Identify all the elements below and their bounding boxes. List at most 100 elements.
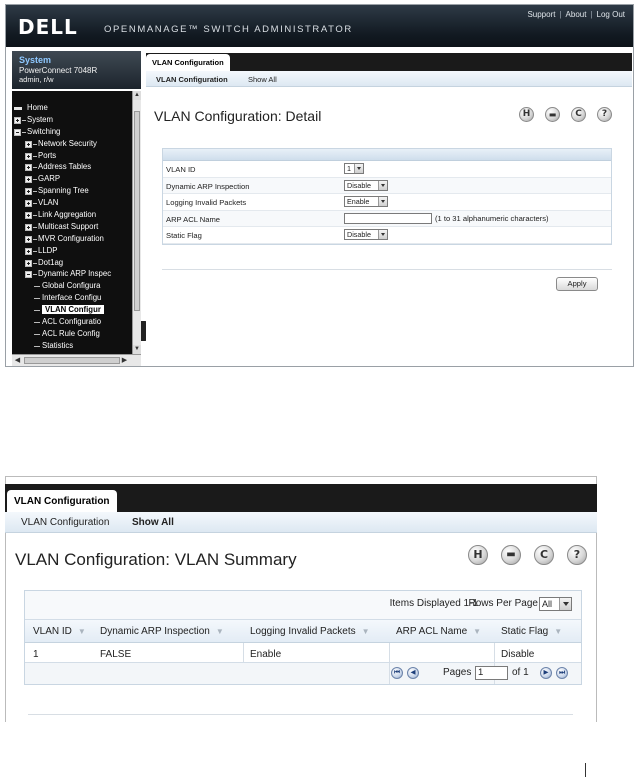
refresh-icon[interactable]: C <box>571 107 586 122</box>
scroll-left-icon[interactable]: ◀ <box>13 356 22 365</box>
apply-button[interactable]: Apply <box>556 277 598 291</box>
nav-item-label: Dynamic ARP Inspec <box>38 269 112 279</box>
logging-select[interactable]: Enable <box>344 196 388 208</box>
nav-item-label: Statistics <box>42 340 74 350</box>
scroll-thumb[interactable] <box>24 357 120 364</box>
nav-item[interactable]: Multicast Support <box>12 222 132 234</box>
nav-item[interactable]: VLAN Configur <box>12 305 132 317</box>
column-header-vlan-id[interactable]: VLAN ID ▼ <box>33 626 86 637</box>
nav-item[interactable]: Network Security <box>12 139 132 151</box>
expand-plus-icon[interactable] <box>25 176 32 184</box>
print-icon[interactable]: ▬ <box>545 107 560 122</box>
subtab-vlan-configuration[interactable]: VLAN Configuration <box>21 517 109 528</box>
acl-name-input[interactable] <box>344 212 432 224</box>
nav-item-label: ACL Configuratio <box>42 317 102 327</box>
column-header-dai[interactable]: Dynamic ARP Inspection ▼ <box>100 626 224 637</box>
last-page-icon[interactable]: ⏭ <box>556 667 568 679</box>
toolbar-icons: H ▬ C ? <box>519 107 623 123</box>
collapse-minus-icon[interactable] <box>14 128 21 136</box>
column-divider <box>243 643 244 662</box>
nav-item[interactable]: Home <box>12 103 132 115</box>
nav-item[interactable]: Spanning Tree <box>12 186 132 198</box>
expand-plus-icon[interactable] <box>25 259 32 267</box>
save-icon[interactable]: H <box>519 107 534 122</box>
expand-plus-icon[interactable] <box>25 223 32 231</box>
nav-item-label: Link Aggregation <box>38 210 97 220</box>
prev-page-icon[interactable]: ◀ <box>407 667 419 679</box>
dai-select[interactable]: Disable <box>344 179 388 191</box>
expand-plus-icon[interactable] <box>25 212 32 220</box>
subtab-show-all[interactable]: Show All <box>132 517 174 528</box>
nav-item[interactable]: GARP <box>12 174 132 186</box>
nav-item[interactable]: MVR Configuration <box>12 234 132 246</box>
scroll-up-icon[interactable]: ▲ <box>133 91 141 100</box>
support-link[interactable]: Support <box>527 10 555 19</box>
expand-plus-icon[interactable] <box>25 140 32 148</box>
form-row-vlan-id: VLAN ID 1 <box>163 161 611 178</box>
subtab-vlan-configuration[interactable]: VLAN Configuration <box>156 75 228 84</box>
sort-icon: ▼ <box>554 627 563 636</box>
nav-item[interactable]: Link Aggregation <box>12 210 132 222</box>
column-header-static-flag[interactable]: Static Flag ▼ <box>501 626 562 637</box>
nav-item[interactable]: Dot1ag <box>12 258 132 270</box>
nav-item[interactable]: Global Configura <box>12 281 132 293</box>
refresh-icon[interactable]: C <box>534 545 554 565</box>
nav-item[interactable]: ACL Configuratio <box>12 317 132 329</box>
scroll-down-icon[interactable]: ▼ <box>133 345 141 354</box>
tree-connector <box>34 310 40 312</box>
next-page-icon[interactable]: ▶ <box>540 667 552 679</box>
save-icon[interactable]: H <box>468 545 488 565</box>
nav-item-label: Dot1ag <box>38 257 64 267</box>
expand-plus-icon[interactable] <box>25 152 32 160</box>
first-page-icon[interactable]: ⏮ <box>391 667 403 679</box>
sort-icon: ▼ <box>473 627 482 636</box>
vlan-id-select[interactable]: 1 <box>344 163 364 174</box>
static-flag-value: Disable <box>347 230 371 240</box>
column-header-logging[interactable]: Logging Invalid Packets ▼ <box>250 626 370 637</box>
tab-vlan-configuration[interactable]: VLAN Configuration <box>146 54 230 71</box>
rows-per-page-select[interactable]: All <box>539 597 572 611</box>
nav-item-label: Home <box>27 103 48 112</box>
expand-plus-icon[interactable] <box>25 188 32 196</box>
nav-item[interactable]: System <box>12 115 132 127</box>
table-row[interactable]: 1 FALSE Enable Disable <box>25 643 581 663</box>
expand-plus-icon[interactable] <box>25 247 32 255</box>
nav-tree: Home System Switching Network Security Ports… <box>12 103 132 365</box>
scroll-thumb[interactable] <box>134 111 140 311</box>
nav-item[interactable]: Interface Configu <box>12 293 132 305</box>
link-separator: | <box>559 10 562 19</box>
nav-vertical-scrollbar[interactable]: ▲ ▼ <box>132 91 141 354</box>
subtab-show-all[interactable]: Show All <box>248 75 277 84</box>
home-icon <box>14 107 22 110</box>
nav-item[interactable]: LLDP <box>12 246 132 258</box>
page-title: VLAN Configuration: VLAN Summary <box>15 550 297 569</box>
nav-item[interactable]: Dynamic ARP Inspec <box>12 269 132 281</box>
collapse-minus-icon[interactable] <box>25 271 32 279</box>
nav-item[interactable]: Address Tables <box>12 162 132 174</box>
about-link[interactable]: About <box>566 10 587 19</box>
static-flag-select[interactable]: Disable <box>344 229 388 241</box>
nav-item-label: MVR Configuration <box>38 233 104 243</box>
nav-item[interactable]: Ports <box>12 151 132 163</box>
scroll-right-icon[interactable]: ▶ <box>120 356 129 365</box>
expand-plus-icon[interactable] <box>25 164 32 172</box>
help-icon[interactable]: ? <box>597 107 612 122</box>
print-icon[interactable]: ▬ <box>501 545 521 565</box>
tree-connector <box>33 262 37 264</box>
tab-vlan-configuration[interactable]: VLAN Configuration <box>7 490 117 512</box>
nav-item[interactable]: Statistics <box>12 341 132 353</box>
system-model: PowerConnect 7048R <box>19 66 98 75</box>
help-icon[interactable]: ? <box>567 545 587 565</box>
column-header-acl-name[interactable]: ARP ACL Name ▼ <box>396 626 481 637</box>
logout-link[interactable]: Log Out <box>597 10 625 19</box>
expand-plus-icon[interactable] <box>14 116 21 124</box>
expand-plus-icon[interactable] <box>25 200 32 208</box>
expand-plus-icon[interactable] <box>25 235 32 243</box>
nav-item[interactable]: VLAN <box>12 198 132 210</box>
nav-item[interactable]: Switching <box>12 127 132 139</box>
nav-horizontal-scrollbar[interactable]: ◀ ▶ <box>12 354 141 366</box>
nav-item-label: Address Tables <box>38 162 92 172</box>
page-number-input[interactable]: 1 <box>475 666 508 680</box>
nav-item[interactable]: ACL Rule Config <box>12 329 132 341</box>
tree-connector <box>34 333 40 335</box>
